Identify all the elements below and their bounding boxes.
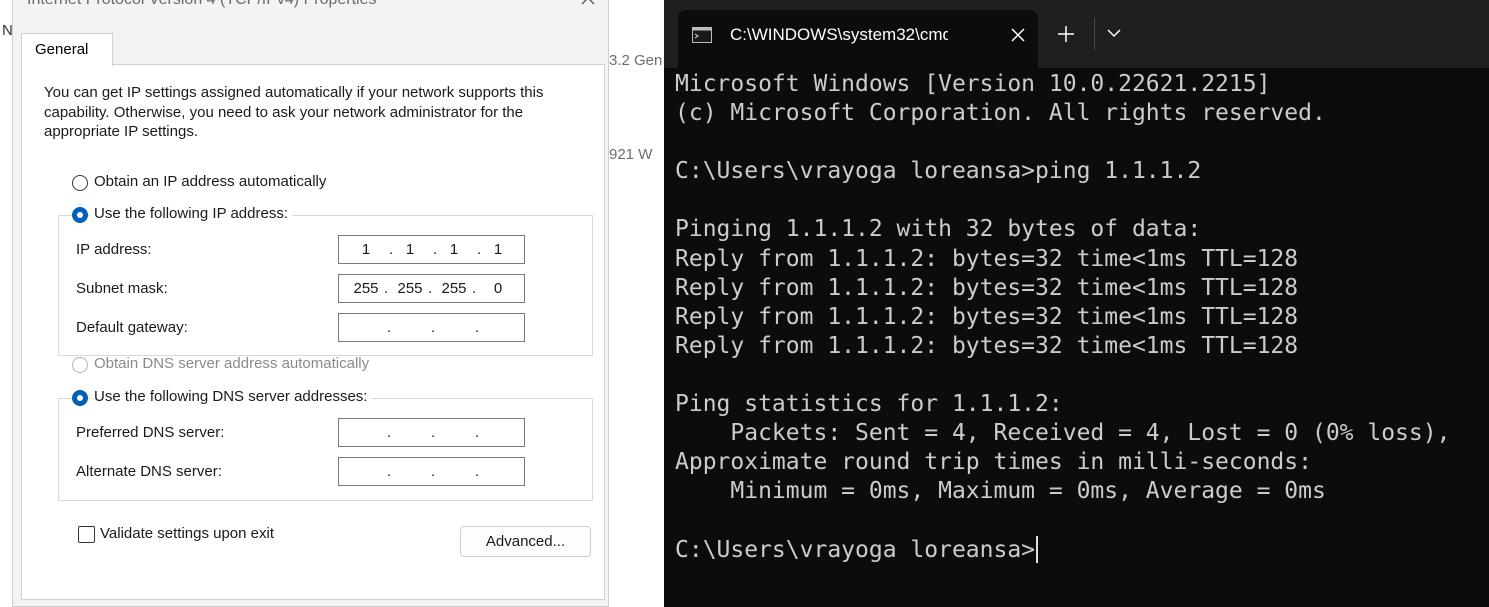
ipv4-properties-dialog: Internet Protocol Version 4 (TCP/IPv4) P… [12,0,609,607]
ip-octet: 1 [361,241,371,258]
alternate-dns-field[interactable]: . . . [338,457,525,486]
ip-octet: 1 [449,241,459,258]
new-tab-icon[interactable] [1056,24,1076,44]
obtain-dns-radio[interactable] [72,357,88,373]
console-line: (c) Microsoft Corporation. All rights re… [675,100,1326,127]
console-output: Microsoft Windows [Version 10.0.22621.22… [675,70,1450,565]
terminal-tab-bar: C:\WINDOWS\system32\cmd.exe [664,0,1489,68]
console-prompt-line[interactable]: C:\Users\vrayoga loreansa> [675,535,1450,565]
alternate-dns-label: Alternate DNS server: [76,463,222,480]
background-text-fragment: 3.2 Gen [609,52,663,69]
use-ip-radio[interactable] [72,207,88,223]
tab-bar-divider [1094,18,1095,50]
subnet-mask-field[interactable]: 255 . 255 . 255 . 0 [338,274,525,303]
subnet-octet: 0 [493,280,503,297]
general-panel: You can get IP settings assigned automat… [21,64,605,600]
terminal-window: C:\WINDOWS\system32\cmd.exe Microsoft Wi… [664,0,1489,607]
obtain-dns-label[interactable]: Obtain DNS server address automatically [94,355,369,372]
subnet-octet: 255 [441,280,467,297]
ip-octet: 1 [493,241,503,258]
validate-settings-label[interactable]: Validate settings upon exit [100,525,274,542]
background-text-fragment: 921 W [609,146,653,163]
console-line: Microsoft Windows [Version 10.0.22621.22… [675,71,1271,97]
use-ip-label[interactable]: Use the following IP address: [90,205,292,222]
subnet-octet: 255 [353,280,379,297]
console-line: Minimum = 0ms, Maximum = 0ms, Average = … [675,478,1326,505]
text-cursor [1036,535,1039,563]
console-prompt: C:\Users\vrayoga loreansa> [675,536,1036,563]
advanced-button[interactable]: Advanced... [460,526,591,557]
intro-text: You can get IP settings assigned automat… [44,84,544,140]
terminal-tab[interactable]: C:\WINDOWS\system32\cmd.exe [678,10,1038,68]
preferred-dns-field[interactable]: . . . [338,418,525,447]
ip-octet: 1 [405,241,415,258]
console-line: C:\Users\vrayoga loreansa>ping 1.1.1.2 [675,158,1202,185]
cmd-icon [692,27,712,43]
close-icon[interactable] [577,0,599,9]
validate-settings-checkbox[interactable] [78,526,95,543]
ip-address-label: IP address: [76,241,152,258]
console-line: Reply from 1.1.1.2: bytes=32 time<1ms TT… [675,303,1299,330]
obtain-ip-label[interactable]: Obtain an IP address automatically [94,173,326,190]
dialog-title: Internet Protocol Version 4 (TCP/IPv4) P… [27,0,376,9]
close-icon[interactable] [1008,25,1028,45]
console-line: Reply from 1.1.1.2: bytes=32 time<1ms TT… [675,332,1299,359]
default-gateway-label: Default gateway: [76,319,188,336]
console-line: Approximate round trip times in milli-se… [675,449,1312,476]
ip-address-field[interactable]: 1 . 1 . 1 . 1 [338,235,525,264]
console-line: Reply from 1.1.1.2: bytes=32 time<1ms TT… [675,245,1299,272]
subnet-octet: 255 [397,280,423,297]
preferred-dns-label: Preferred DNS server: [76,424,225,441]
tab-general[interactable]: General [21,33,113,66]
chevron-down-icon[interactable] [1104,26,1124,40]
use-dns-radio[interactable] [72,390,88,406]
console-line: Ping statistics for 1.1.1.2: [675,391,1063,418]
console-line: Reply from 1.1.1.2: bytes=32 time<1ms TT… [675,274,1299,301]
console-line: Pinging 1.1.1.2 with 32 bytes of data: [675,216,1202,243]
obtain-ip-radio[interactable] [72,175,88,191]
console-line: Packets: Sent = 4, Received = 4, Lost = … [675,420,1451,447]
subnet-mask-label: Subnet mask: [76,280,168,297]
use-dns-label[interactable]: Use the following DNS server addresses: [90,388,372,405]
default-gateway-field[interactable]: . . . [338,313,525,342]
terminal-tab-title: C:\WINDOWS\system32\cmd.exe [730,25,948,44]
